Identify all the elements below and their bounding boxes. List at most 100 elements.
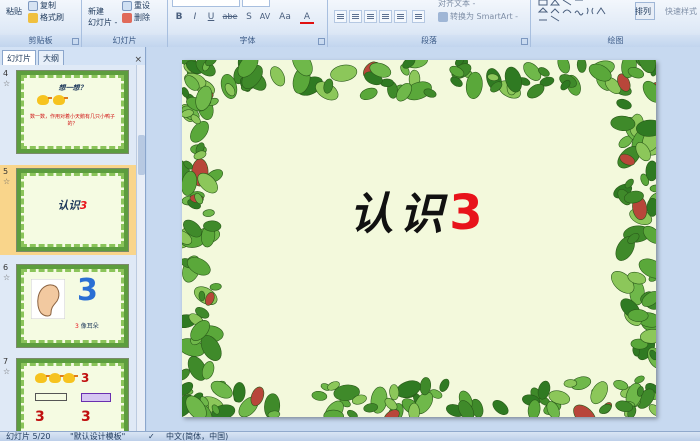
theme-name: "默认设计模板"	[70, 432, 126, 441]
current-slide[interactable]: 认识3	[182, 60, 656, 417]
font-color-button[interactable]: A	[300, 10, 314, 24]
paste-button[interactable]: 粘贴	[6, 6, 22, 17]
change-case-button[interactable]: Aa	[276, 10, 294, 24]
tab-outline[interactable]: 大纲	[38, 50, 64, 65]
delete-label: 删除	[134, 13, 150, 22]
slide-title-number: 3	[449, 185, 489, 241]
thumbnail-slide-5[interactable]: 5 ☆ 认识3	[0, 165, 136, 255]
format-painter-label: 格式刷	[40, 13, 64, 22]
paste-label: 粘贴	[6, 7, 22, 16]
thumbnail-title: 认识	[57, 199, 80, 212]
new-slide-button[interactable]: 新建 幻灯片 -	[88, 6, 117, 28]
arrange-label: 排列	[635, 7, 651, 16]
thumbnail-list: 4 ☆ 想一想？ 数一数，作用对着小天鹅有几只小鸭子的？ 5 ☆ 认识3 6 ☆…	[0, 65, 136, 431]
slide-title-text: 认识	[349, 189, 450, 240]
scrollbar-thumb[interactable]	[138, 135, 145, 175]
char-spacing-button[interactable]: AV	[256, 10, 274, 24]
leaf-shape	[576, 60, 587, 73]
reset-button[interactable]: 重设	[122, 0, 150, 11]
leaf-shape	[330, 64, 358, 82]
thumbnail-preview: 3 3 3	[16, 358, 129, 431]
leaf-shape	[232, 382, 246, 403]
convert-smartart-button[interactable]: 转换为 SmartArt -	[438, 11, 518, 22]
paragraph-launcher-button[interactable]	[521, 38, 528, 45]
thumbnail-caption-num: 3	[75, 323, 79, 330]
quick-styles-label: 快速样式	[665, 7, 697, 16]
ear-icon	[31, 279, 65, 319]
thumbnail-number-c: 3	[81, 409, 91, 425]
italic-button[interactable]: I	[188, 10, 202, 24]
slides-group: 新建 幻灯片 - 重设 删除 幻灯片	[82, 0, 168, 47]
font-size-combo[interactable]	[242, 0, 270, 7]
dots-box	[81, 393, 111, 402]
spellcheck-icon[interactable]: ✓	[148, 432, 155, 441]
font-name-combo[interactable]	[172, 0, 240, 7]
align-right-button[interactable]	[364, 10, 377, 23]
paragraph-group-label: 段落	[328, 35, 530, 47]
slides-panel: 幻灯片 大纲 × 4 ☆ 想一想？ 数一数，作用对着小天鹅有几只小鸭子的？ 5 …	[0, 47, 146, 431]
thumbnail-number: 7	[3, 357, 9, 366]
animation-star-icon: ☆	[3, 177, 11, 186]
thumbnail-big-number: 3	[77, 273, 98, 308]
thumbnail-caption: 像耳朵	[80, 323, 99, 330]
columns-button[interactable]	[412, 10, 425, 23]
thumbnail-caption: 数一数，作用对着小天鹅有几只小鸭子的？	[29, 114, 115, 127]
font-group: B I U abe S AV Aa A 字体	[168, 0, 328, 47]
quick-styles-button[interactable]: 快速样式	[665, 6, 697, 17]
reset-label: 重设	[134, 1, 150, 10]
smartart-icon	[438, 11, 448, 22]
justify-button[interactable]	[379, 10, 392, 23]
convert-smartart-label: 转换为 SmartArt -	[450, 12, 519, 21]
new-slide-label-2: 幻灯片 -	[88, 18, 118, 27]
font-launcher-button[interactable]	[318, 38, 325, 45]
panel-tabs: 幻灯片 大纲 ×	[0, 50, 146, 65]
thumbnail-number: 4	[3, 69, 9, 78]
copy-label: 复制	[40, 1, 56, 10]
leaf-shape	[492, 400, 509, 415]
thumbnail-title: 想一想？	[58, 84, 87, 92]
leaf-shape	[642, 80, 656, 103]
thumbnail-slide-4[interactable]: 4 ☆ 想一想？ 数一数，作用对着小天鹅有几只小鸭子的？	[0, 67, 136, 157]
slide-title[interactable]: 认识3	[182, 178, 656, 242]
drawing-group-label: 绘图	[531, 35, 700, 47]
duck-icon	[63, 373, 78, 383]
leaf-shape	[557, 60, 570, 74]
thumbnail-slide-7[interactable]: 7 ☆ 3 3 3	[0, 355, 136, 431]
new-slide-label: 新建	[88, 7, 104, 16]
thumbnail-title-wrap: 认识3	[21, 197, 124, 213]
delete-button[interactable]: 删除	[122, 12, 150, 23]
reset-icon	[122, 0, 132, 11]
ribbon: 粘贴 复制 格式刷 剪贴板 新建 幻灯片 - 重设 删除 幻灯片 B I U a…	[0, 0, 700, 47]
status-bar: 幻灯片 5/20 "默认设计模板" ✓ 中文(简体，中国)	[0, 431, 700, 441]
duck-icon	[35, 373, 50, 383]
paragraph-group: 对齐文本 - 转换为 SmartArt - 段落	[328, 0, 531, 47]
align-text-button[interactable]: 对齐文本 -	[438, 0, 475, 9]
bold-button[interactable]: B	[172, 10, 186, 24]
clipboard-launcher-button[interactable]	[72, 38, 79, 45]
thumbnail-slide-6[interactable]: 6 ☆ 3 3 像耳朵	[0, 261, 136, 351]
animation-star-icon: ☆	[3, 273, 11, 282]
close-icon[interactable]: ×	[134, 55, 142, 65]
copy-icon	[28, 0, 38, 11]
shapes-gallery[interactable]	[537, 0, 627, 22]
distribute-button[interactable]	[394, 10, 407, 23]
format-painter-button[interactable]: 格式刷	[28, 12, 64, 23]
strikethrough-button[interactable]: abe	[220, 10, 240, 24]
leaf-shape	[389, 384, 400, 401]
arrange-button[interactable]: 排列	[635, 6, 651, 17]
leaf-shape	[616, 98, 632, 110]
panel-scrollbar[interactable]	[136, 65, 145, 431]
drawing-group: 排列 快速样式 绘图	[531, 0, 700, 47]
delete-icon	[122, 12, 132, 23]
duck-icon	[37, 95, 52, 105]
slide-editor: 认识3	[147, 47, 700, 431]
align-center-button[interactable]	[349, 10, 362, 23]
tab-slides[interactable]: 幻灯片	[2, 50, 36, 65]
animation-star-icon: ☆	[3, 79, 11, 88]
underline-button[interactable]: U	[204, 10, 218, 24]
align-left-button[interactable]	[334, 10, 347, 23]
duck-icon	[53, 95, 68, 105]
copy-button[interactable]: 复制	[28, 0, 56, 11]
shadow-button[interactable]: S	[242, 10, 256, 24]
brush-icon	[28, 12, 38, 23]
